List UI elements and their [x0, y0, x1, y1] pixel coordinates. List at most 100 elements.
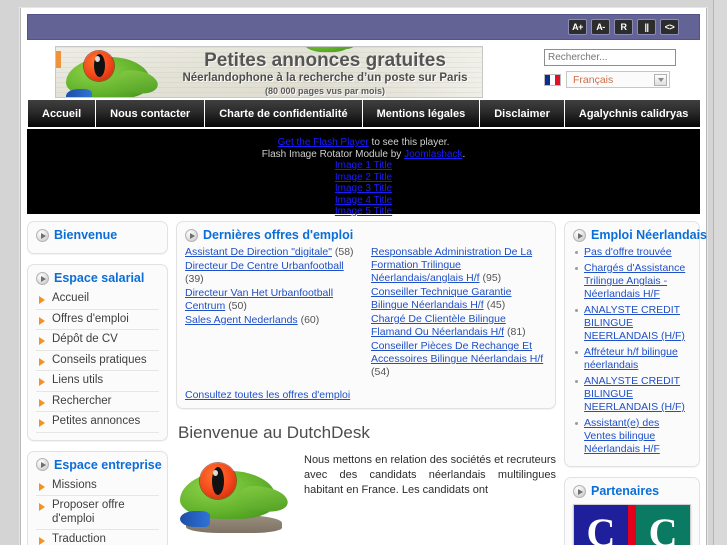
arrow-right-icon — [39, 316, 45, 325]
site-banner: Petites annonces gratuites Néerlandophon… — [55, 46, 483, 98]
page-scrollbar[interactable] — [713, 0, 727, 545]
language-select[interactable]: Français — [566, 71, 670, 88]
nav-item-nous-contacter[interactable]: Nous contacter — [96, 100, 206, 127]
nav-item-accueil[interactable]: Accueil — [27, 100, 97, 127]
offers-list-left: Assistant De Direction "digitale" (58) D… — [185, 246, 361, 327]
increase-font-size-button[interactable]: A+ — [568, 19, 587, 35]
banner-text-block: Petites annonces gratuites Néerlandophon… — [174, 50, 476, 97]
arrow-right-icon — [39, 378, 45, 386]
job-feed-link[interactable]: Affréteur h/f bilingue néerlandais — [584, 346, 691, 372]
flash-player-line-rest: to see this player. — [368, 137, 450, 148]
module-dernieres-offres-title: Dernières offres d'emploi — [185, 228, 547, 242]
banner-title: Petites annonces gratuites — [204, 50, 446, 71]
sidebar-item-proposer-offre-demploi[interactable]: Proposer offre d'emploi — [36, 496, 159, 530]
nav-item-agalychnis-calidryas[interactable]: Agalychnis calidryas — [565, 100, 700, 127]
sidebar-item-depot-de-cv[interactable]: Dépôt de CV — [36, 330, 159, 351]
toggle-width-button[interactable]: <> — [660, 19, 679, 35]
arrow-right-icon — [39, 398, 45, 407]
joomlashack-link[interactable]: Joomlashack — [404, 149, 462, 160]
list-item: Responsable Administration De La Formati… — [371, 246, 547, 285]
job-feed-link[interactable]: ANALYSTE CREDIT BILINGUE NEERLANDAIS (H/… — [584, 375, 691, 414]
list-item: Directeur De Centre Urbanfootball (39) — [185, 260, 361, 286]
sidebar-item-label: Petites annonces — [52, 415, 141, 427]
search-input[interactable] — [544, 49, 676, 66]
offer-link[interactable]: Chargé De Clientèle Bilingue Flamand Ou … — [371, 313, 506, 338]
flash-module-credit-pre: Flash Image Rotator Module by — [261, 148, 405, 160]
sidebar-item-label: Conseils pratiques — [52, 353, 147, 366]
offer-link[interactable]: Responsable Administration De La Formati… — [371, 246, 532, 284]
module-espace-entreprise: Espace entreprise Missions Proposer offr… — [27, 450, 168, 545]
sidebar-item-rechercher[interactable]: Rechercher — [36, 392, 159, 412]
list-item: Sales Agent Nederlands (60) — [185, 314, 361, 327]
arrow-right-icon — [39, 357, 45, 366]
chevron-down-icon[interactable] — [654, 74, 667, 86]
cic-logo-left-letter: C — [574, 505, 628, 545]
get-flash-player-link[interactable]: Get the Flash Player — [278, 137, 369, 148]
language-selector-row: Français — [544, 71, 694, 88]
sidebar-item-accueil[interactable]: Accueil — [36, 289, 159, 310]
banner-subtitle: Néerlandophone à la recherche d’un poste… — [182, 72, 468, 84]
list-item: Conseiller Pièces De Rechange Et Accesso… — [371, 340, 547, 379]
job-feed-link[interactable]: Chargés d'Assistance Trilingue Anglais -… — [584, 262, 691, 301]
espace-entreprise-menu: Missions Proposer offre d'emploi Traduct… — [36, 476, 159, 545]
sidebar-item-petites-annonces[interactable]: Petites annonces — [36, 412, 159, 433]
pause-button[interactable]: || — [637, 19, 656, 35]
offer-link[interactable]: Conseiller Pièces De Rechange Et Accesso… — [371, 340, 543, 365]
sidebar-item-label: Missions — [52, 478, 97, 491]
module-emploi-neerlandais-title: Emploi Néerlandais — [573, 228, 707, 242]
reset-font-size-button[interactable]: R — [614, 19, 633, 35]
frog-illustration-secondary — [302, 47, 356, 53]
header-utilities: Français — [544, 46, 694, 88]
sidebar-item-liens-utils[interactable]: Liens utils — [36, 371, 159, 392]
nav-item-mentions-legales[interactable]: Mentions légales — [363, 100, 481, 127]
list-item: Directeur Van Het Urbanfootball Centrum … — [185, 287, 361, 313]
job-feed-link[interactable]: Assistant(e) des Ventes bilingue Néerlan… — [584, 417, 691, 456]
flash-image-title-3[interactable]: Image 3 Title — [27, 183, 700, 195]
offers-column-right: Responsable Administration De La Formati… — [371, 246, 547, 380]
sidebar-item-label: Dépôt de CV — [52, 333, 118, 345]
cic-logo[interactable]: C C — [573, 504, 691, 545]
list-item: Assistant De Direction "digitale" (58) — [185, 246, 361, 259]
site-frame: A+ A- R || <> Petites annonces gratuites… — [20, 8, 707, 545]
module-emploi-neerlandais-title-text: Emploi Néerlandais — [591, 228, 708, 242]
module-bienvenue-title-text: Bienvenue — [54, 228, 118, 242]
site-header: Petites annonces gratuites Néerlandophon… — [27, 46, 700, 98]
flash-image-title-1[interactable]: Image 1 Title — [27, 160, 700, 172]
decrease-font-size-button[interactable]: A- — [591, 19, 610, 35]
nav-item-disclaimer[interactable]: Disclaimer — [480, 100, 565, 127]
sidebar-item-conseils-pratiques[interactable]: Conseils pratiques — [36, 351, 159, 371]
list-item: Chargés d'Assistance Trilingue Anglais -… — [573, 262, 691, 301]
all-offers-row: Consultez toutes les offres d'emploi — [185, 389, 547, 401]
module-espace-salarial: Espace salarial Accueil Offres d'emploi — [27, 264, 168, 441]
job-feed-link[interactable]: ANALYSTE CREDIT BILINGUE NEERLANDAIS (H/… — [584, 304, 691, 343]
module-espace-salarial-title-text: Espace salarial — [54, 271, 145, 285]
flash-player-line: Get the Flash Player to see this player. — [27, 137, 700, 149]
sidebar-item-label: Offres d'emploi — [52, 312, 129, 325]
sidebar-item-traduction[interactable]: Traduction — [36, 530, 159, 545]
offer-count: (95) — [482, 272, 502, 284]
offer-link[interactable]: Assistant De Direction "digitale" — [185, 246, 332, 258]
all-offers-link[interactable]: Consultez toutes les offres d'emploi — [185, 389, 350, 401]
module-partenaires-title: Partenaires — [573, 484, 691, 498]
offer-link[interactable]: Directeur De Centre Urbanfootball — [185, 260, 344, 272]
sidebar-item-offres-demploi[interactable]: Offres d'emploi — [36, 310, 159, 330]
nav-item-charte-de-confidentialite[interactable]: Charte de confidentialité — [205, 100, 363, 127]
banner-accent-tab — [56, 51, 61, 68]
right-sidebar: Emploi Néerlandais Pas d'offre trouvée C… — [564, 221, 707, 545]
frog-illustration — [62, 47, 172, 97]
flash-image-title-5[interactable]: Image 5 Title — [27, 206, 700, 218]
arrow-circle-icon — [36, 458, 49, 471]
list-item: ANALYSTE CREDIT BILINGUE NEERLANDAIS (H/… — [573, 304, 691, 343]
job-feed-link[interactable]: Pas d'offre trouvée — [584, 246, 672, 259]
cic-logo-right-letter: C — [636, 505, 690, 545]
offer-link[interactable]: Directeur Van Het Urbanfootball Centrum — [185, 287, 333, 312]
arrow-right-icon — [39, 337, 45, 345]
content-columns: Bienvenue Espace salarial Accueil Offres… — [27, 221, 707, 545]
bullet-icon — [575, 251, 578, 254]
flash-image-title-4[interactable]: Image 4 Title — [27, 195, 700, 207]
offers-columns: Assistant De Direction "digitale" (58) D… — [185, 246, 547, 380]
sidebar-item-missions[interactable]: Missions — [36, 476, 159, 496]
offers-list-right: Responsable Administration De La Formati… — [371, 246, 547, 379]
flash-image-title-2[interactable]: Image 2 Title — [27, 172, 700, 184]
offer-link[interactable]: Sales Agent Nederlands — [185, 314, 298, 326]
